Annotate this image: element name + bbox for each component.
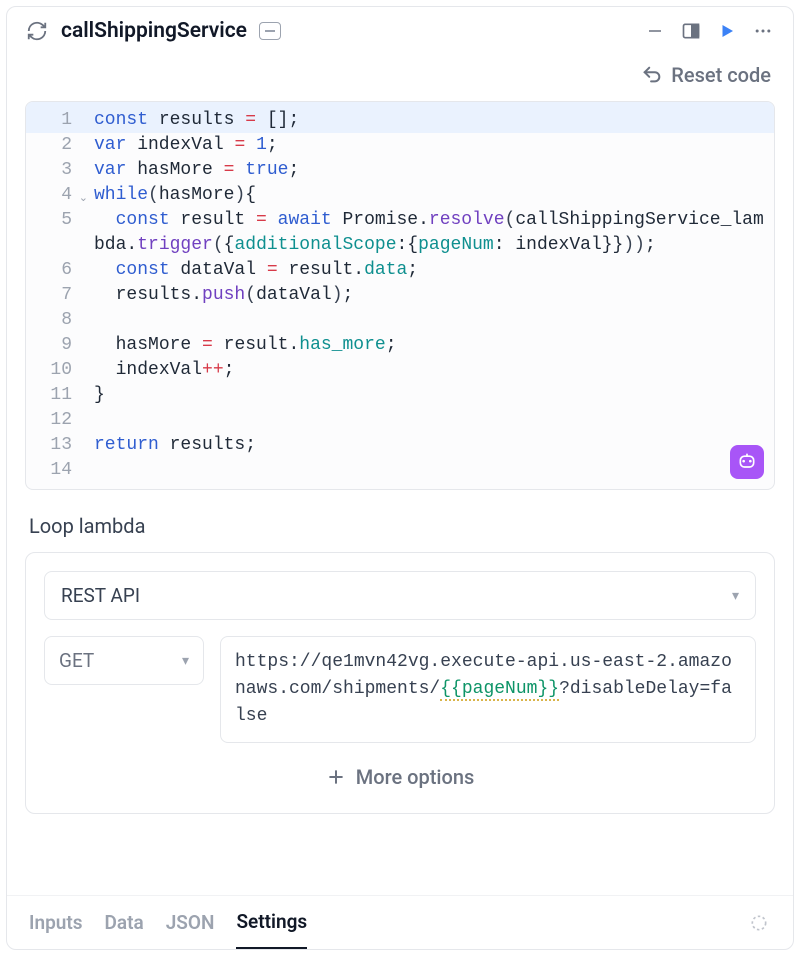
code-content[interactable]: return results; — [82, 433, 774, 458]
code-line[interactable]: 6 const dataVal = result.data; — [26, 258, 774, 283]
code-editor[interactable]: 1const results = [];2var indexVal = 1;3v… — [25, 101, 775, 490]
ai-assist-icon[interactable] — [730, 445, 764, 479]
code-line[interactable]: 1const results = []; — [26, 102, 774, 133]
code-line[interactable]: 12 — [26, 408, 774, 433]
url-input[interactable]: https://qe1mvn42vg.execute-api.us-east-2… — [220, 636, 756, 743]
code-content[interactable]: } — [82, 383, 774, 408]
tab-data[interactable]: Data — [105, 896, 144, 949]
line-number: 2 — [26, 133, 82, 158]
code-content[interactable]: hasMore = result.has_more; — [82, 333, 774, 358]
panel-layout-icon[interactable] — [679, 19, 703, 43]
loop-lambda-label: Loop lambda — [7, 490, 793, 552]
line-number: 9 — [26, 333, 82, 358]
code-content[interactable]: const result = await Promise.resolve(cal… — [82, 208, 774, 258]
panel-header: callShippingService — [7, 7, 793, 55]
code-line[interactable]: 9 hasMore = result.has_more; — [26, 333, 774, 358]
code-content[interactable]: var indexVal = 1; — [82, 133, 774, 158]
code-content[interactable]: var hasMore = true; — [82, 158, 774, 183]
reset-row: Reset code — [7, 55, 793, 101]
code-line[interactable]: 8 — [26, 308, 774, 333]
line-number: 14 — [26, 458, 82, 483]
code-line[interactable]: 7 results.push(dataVal); — [26, 283, 774, 308]
query-type-icon — [25, 19, 49, 43]
more-options-button[interactable]: More options — [44, 743, 756, 795]
code-line[interactable]: 10 indexVal++; — [26, 358, 774, 383]
url-template-var: {{pageNum}} — [440, 679, 559, 701]
line-number: 12 — [26, 408, 82, 433]
code-content[interactable]: indexVal++; — [82, 358, 774, 383]
code-line[interactable]: 13return results; — [26, 433, 774, 458]
code-content[interactable]: while(hasMore){ — [82, 183, 774, 208]
minimize-icon[interactable] — [643, 19, 667, 43]
tab-settings[interactable]: Settings — [236, 896, 307, 949]
lambda-config: REST API ▾ GET ▾ https://qe1mvn42vg.exec… — [25, 552, 775, 814]
request-row: GET ▾ https://qe1mvn42vg.execute-api.us-… — [44, 636, 756, 743]
more-menu-icon[interactable] — [751, 19, 775, 43]
line-number: 11 — [26, 383, 82, 408]
line-number: 6 — [26, 258, 82, 283]
code-content[interactable]: const results = []; — [82, 108, 774, 133]
code-content[interactable] — [82, 458, 774, 483]
query-title[interactable]: callShippingService — [61, 19, 247, 43]
schema-icon[interactable] — [747, 911, 771, 935]
run-icon[interactable] — [715, 19, 739, 43]
http-method-select[interactable]: GET ▾ — [44, 636, 204, 685]
resource-value: REST API — [61, 584, 140, 607]
line-number: 1 — [26, 108, 82, 133]
code-line[interactable]: 3var hasMore = true; — [26, 158, 774, 183]
code-content[interactable] — [82, 408, 774, 433]
bottom-tabs: Inputs Data JSON Settings — [7, 895, 793, 949]
resource-select[interactable]: REST API ▾ — [44, 571, 756, 620]
code-line[interactable]: 2var indexVal = 1; — [26, 133, 774, 158]
http-method-value: GET — [59, 649, 94, 672]
line-number: 7 — [26, 283, 82, 308]
line-number: 3 — [26, 158, 82, 183]
more-options-label: More options — [356, 765, 475, 789]
tab-json[interactable]: JSON — [166, 896, 215, 949]
rename-icon[interactable] — [259, 22, 281, 40]
line-number: 10 — [26, 358, 82, 383]
line-number: 4⌄ — [26, 183, 82, 208]
code-line[interactable]: 5 const result = await Promise.resolve(c… — [26, 208, 774, 258]
reset-code-label: Reset code — [671, 63, 771, 87]
chevron-down-icon: ▾ — [182, 653, 189, 669]
chevron-down-icon: ▾ — [732, 588, 739, 604]
code-content[interactable]: results.push(dataVal); — [82, 283, 774, 308]
code-line[interactable]: 11} — [26, 383, 774, 408]
code-line[interactable]: 4⌄while(hasMore){ — [26, 183, 774, 208]
code-content[interactable] — [82, 308, 774, 333]
code-line[interactable]: 14 — [26, 458, 774, 489]
query-panel: callShippingService Reset code 1const re… — [6, 6, 794, 950]
line-number: 13 — [26, 433, 82, 458]
tab-inputs[interactable]: Inputs — [29, 896, 83, 949]
line-number: 8 — [26, 308, 82, 333]
line-number: 5 — [26, 208, 82, 258]
code-content[interactable]: const dataVal = result.data; — [82, 258, 774, 283]
reset-code-button[interactable]: Reset code — [641, 63, 771, 87]
